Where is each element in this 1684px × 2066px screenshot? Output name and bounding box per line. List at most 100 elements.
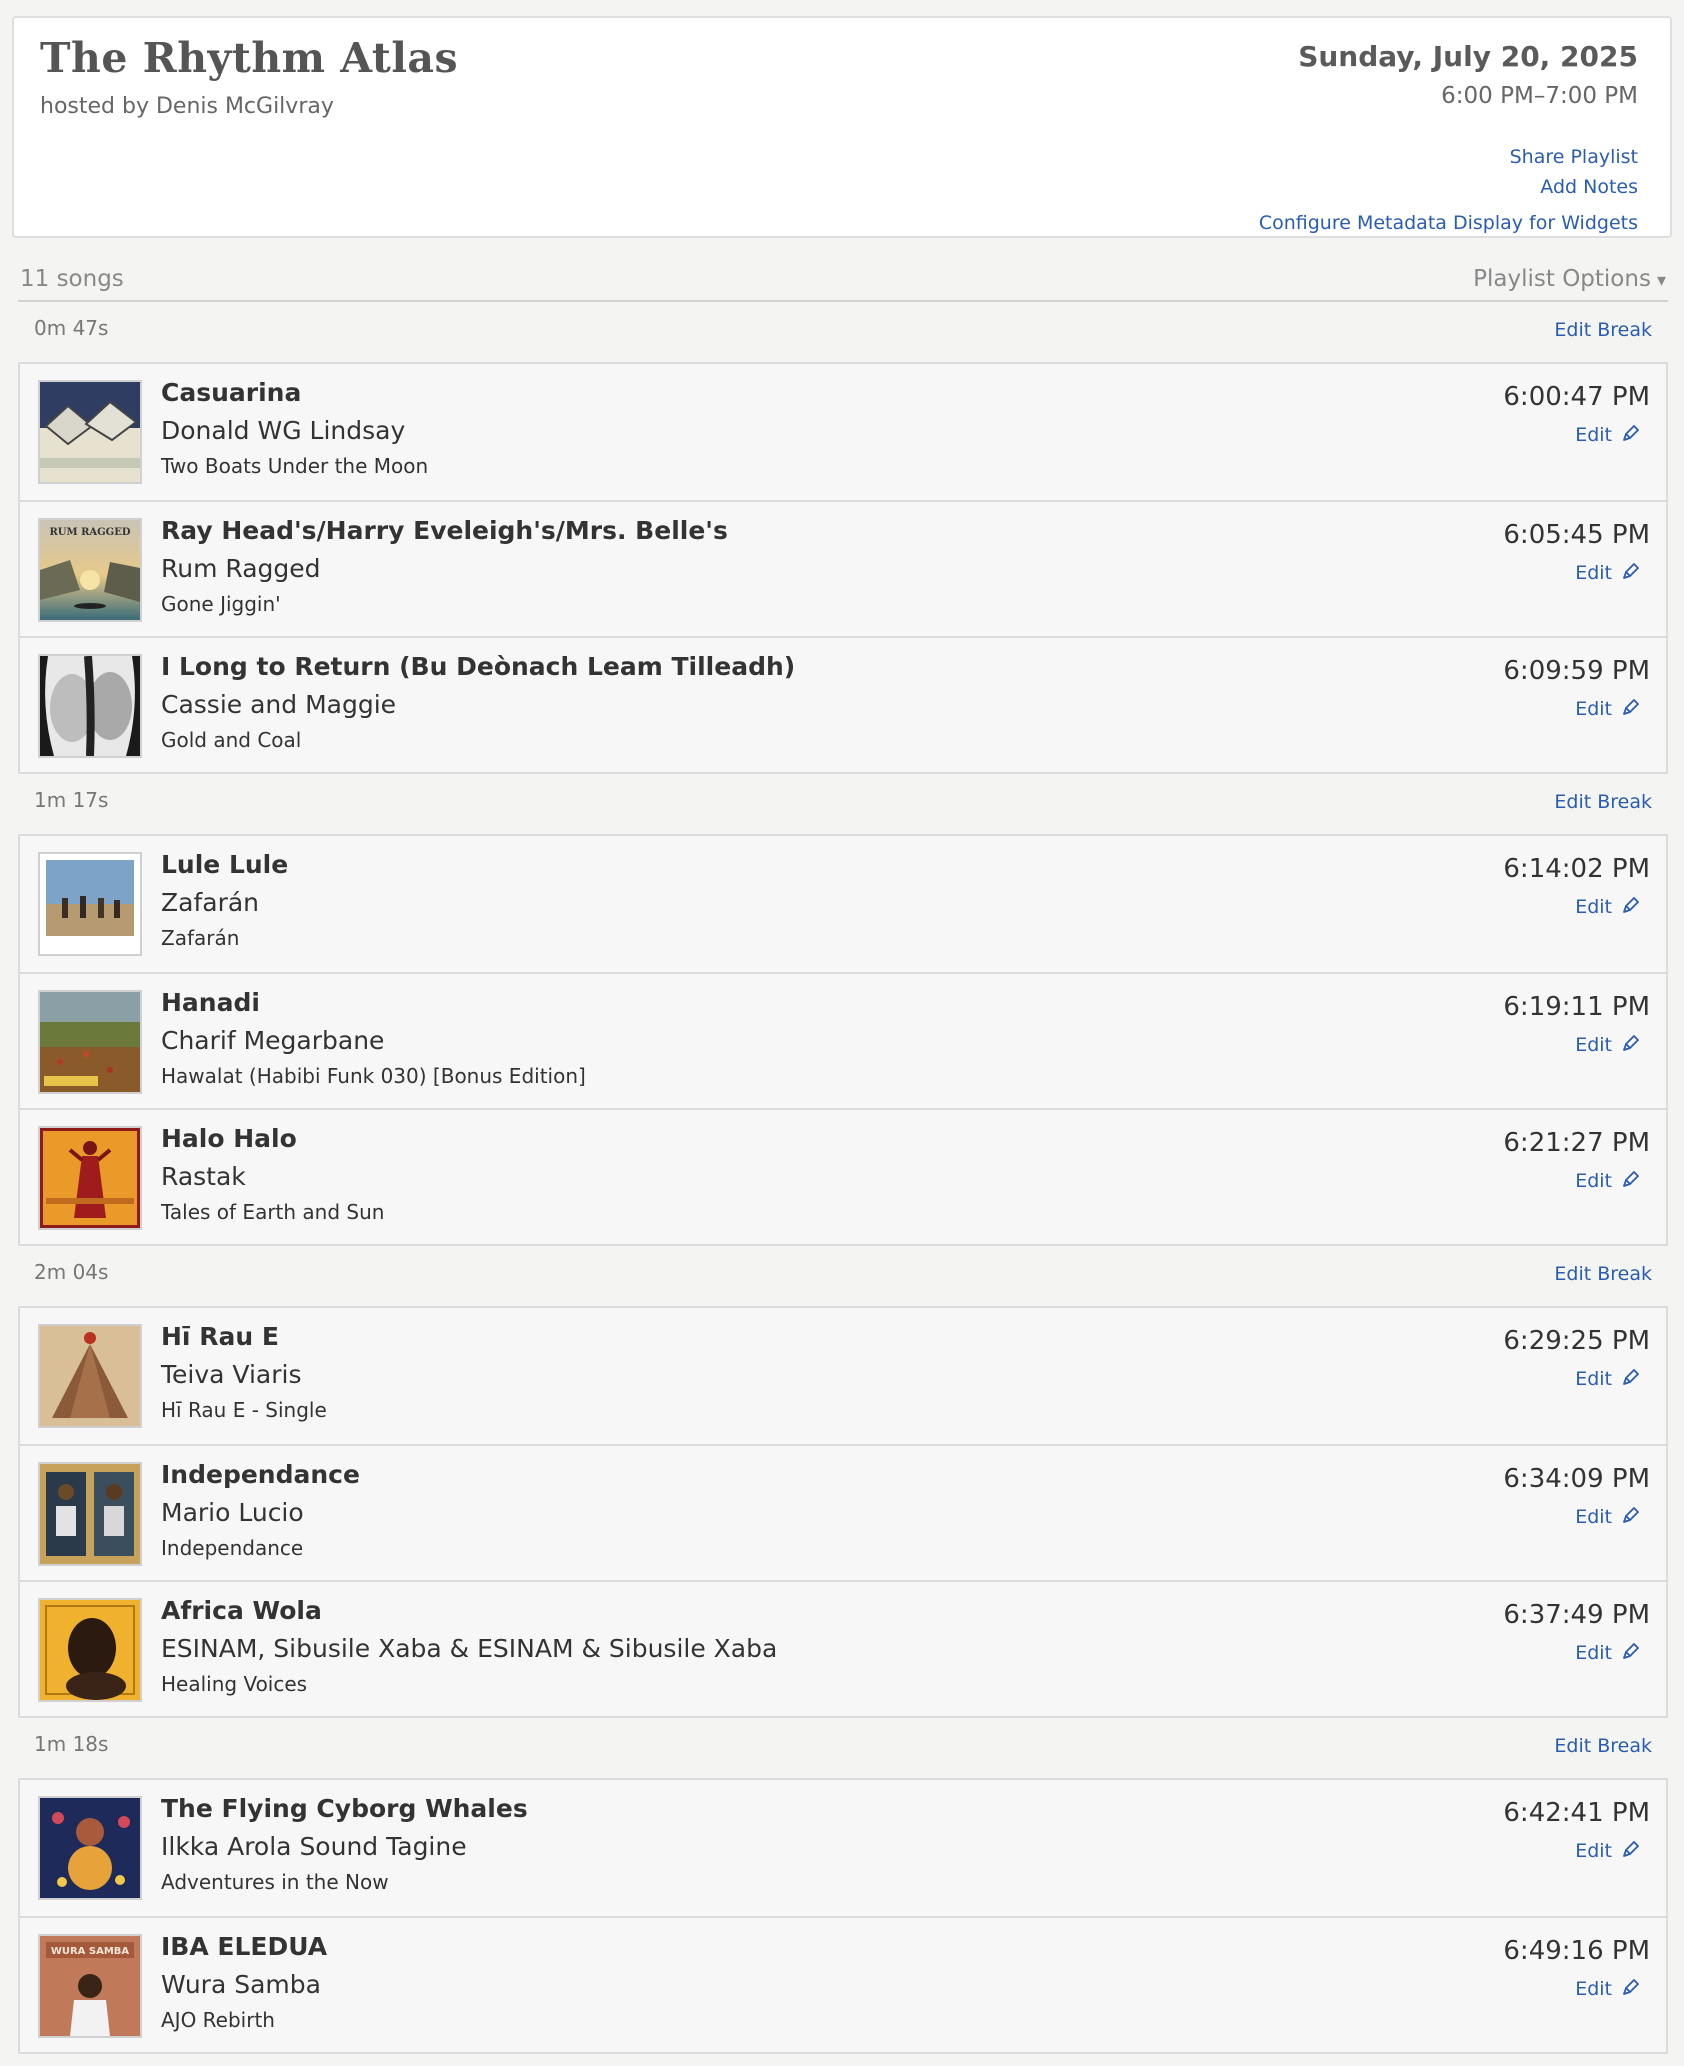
edit-label: Edit — [1575, 1840, 1612, 1862]
song-row: Hī Rau E Teiva Viaris Hī Rau E - Single … — [20, 1308, 1666, 1444]
song-album: AJO Rebirth — [161, 2008, 275, 2032]
pencil-icon — [1620, 424, 1640, 449]
album-art — [38, 654, 142, 758]
pencil-icon — [1620, 1170, 1640, 1195]
album-art-lettering: WURA SAMBA — [51, 1946, 130, 1957]
song-artist: Wura Samba — [161, 1970, 321, 1999]
song-row: Casuarina Donald WG Lindsay Two Boats Un… — [20, 364, 1666, 500]
show-date: Sunday, July 20, 2025 — [1298, 40, 1638, 73]
song-album: Adventures in the Now — [161, 1870, 389, 1894]
album-art: WURA SAMBA — [38, 1934, 142, 2038]
show-schedule: Sunday, July 20, 2025 6:00 PM–7:00 PM — [1298, 40, 1638, 109]
edit-label: Edit — [1575, 896, 1612, 918]
song-count: 11 songs — [20, 266, 124, 292]
song-row: Hanadi Charif Megarbane Hawalat (Habibi … — [20, 972, 1666, 1108]
album-art — [38, 1598, 142, 1702]
song-timestamp: 6:34:09 PM — [1503, 1464, 1650, 1494]
pencil-icon — [1620, 1978, 1640, 2003]
song-timestamp: 6:00:47 PM — [1503, 382, 1650, 412]
add-notes-link[interactable]: Add Notes — [1259, 172, 1638, 202]
edit-song-link[interactable]: Edit — [1575, 1840, 1640, 1865]
song-row: Halo Halo Rastak Tales of Earth and Sun … — [20, 1108, 1666, 1244]
album-art: RUM RAGGED — [38, 518, 142, 622]
edit-break-link[interactable]: Edit Break — [1554, 319, 1652, 341]
edit-label: Edit — [1575, 1978, 1612, 2000]
song-timestamp: 6:49:16 PM — [1503, 1936, 1650, 1966]
song-title: The Flying Cyborg Whales — [161, 1794, 528, 1823]
album-art — [38, 1796, 142, 1900]
song-album: Gold and Coal — [161, 728, 302, 752]
song-album: Gone Jiggin' — [161, 592, 281, 616]
break-row: 1m 17s Edit Break — [18, 774, 1668, 830]
pencil-icon — [1620, 698, 1640, 723]
edit-song-link[interactable]: Edit — [1575, 1506, 1640, 1531]
song-album: Two Boats Under the Moon — [161, 454, 429, 478]
album-art — [38, 990, 142, 1094]
song-title: Ray Head's/Harry Eveleigh's/Mrs. Belle's — [161, 516, 728, 545]
playlist-options-dropdown[interactable]: Playlist Options ▾ — [1473, 266, 1666, 292]
song-group: Hī Rau E Teiva Viaris Hī Rau E - Single … — [18, 1306, 1668, 1718]
edit-break-link[interactable]: Edit Break — [1554, 1263, 1652, 1285]
song-timestamp: 6:14:02 PM — [1503, 854, 1650, 884]
song-album: Tales of Earth and Sun — [161, 1200, 385, 1224]
edit-label: Edit — [1575, 1506, 1612, 1528]
song-row: Africa Wola ESINAM, Sibusile Xaba & ESIN… — [20, 1580, 1666, 1716]
song-artist: Mario Lucio — [161, 1498, 304, 1527]
pencil-icon — [1620, 1034, 1640, 1059]
playlist-page: The Rhythm Atlas hosted by Denis McGilvr… — [0, 0, 1684, 2066]
song-album: Healing Voices — [161, 1672, 308, 1696]
header-links: Share Playlist Add Notes Configure Metad… — [1259, 142, 1638, 238]
show-time: 6:00 PM–7:00 PM — [1441, 83, 1638, 109]
song-album: Hawalat (Habibi Funk 030) [Bonus Edition… — [161, 1064, 586, 1088]
song-artist: Rum Ragged — [161, 554, 321, 583]
pencil-icon — [1620, 896, 1640, 921]
edit-label: Edit — [1575, 1170, 1612, 1192]
edit-break-link[interactable]: Edit Break — [1554, 791, 1652, 813]
edit-song-link[interactable]: Edit — [1575, 896, 1640, 921]
song-title: Casuarina — [161, 378, 302, 407]
pencil-icon — [1620, 562, 1640, 587]
edit-label: Edit — [1575, 1368, 1612, 1390]
edit-break-link[interactable]: Edit Break — [1554, 1735, 1652, 1757]
pencil-icon — [1620, 1840, 1640, 1865]
album-art — [38, 1462, 142, 1566]
show-title: The Rhythm Atlas — [40, 34, 459, 82]
song-timestamp: 6:21:27 PM — [1503, 1128, 1650, 1158]
song-artist: Ilkka Arola Sound Tagine — [161, 1832, 467, 1861]
song-row: WURA SAMBA IBA ELEDUA Wura Samba AJO Reb… — [20, 1916, 1666, 2052]
show-header-card: The Rhythm Atlas hosted by Denis McGilvr… — [12, 16, 1672, 238]
edit-song-link[interactable]: Edit — [1575, 1642, 1640, 1667]
show-host: hosted by Denis McGilvray — [40, 94, 334, 119]
song-artist: Zafarán — [161, 888, 260, 917]
song-row: I Long to Return (Bu Deònach Leam Tillea… — [20, 636, 1666, 772]
song-timestamp: 6:09:59 PM — [1503, 656, 1650, 686]
song-title: I Long to Return (Bu Deònach Leam Tillea… — [161, 652, 796, 681]
edit-song-link[interactable]: Edit — [1575, 698, 1640, 723]
song-group: Casuarina Donald WG Lindsay Two Boats Un… — [18, 362, 1668, 774]
edit-song-link[interactable]: Edit — [1575, 1978, 1640, 2003]
song-artist: Donald WG Lindsay — [161, 416, 406, 445]
playlist-toolbar: 11 songs Playlist Options ▾ — [18, 262, 1668, 302]
edit-song-link[interactable]: Edit — [1575, 424, 1640, 449]
song-artist: ESINAM, Sibusile Xaba & ESINAM & Sibusil… — [161, 1634, 778, 1663]
song-title: Africa Wola — [161, 1596, 322, 1625]
edit-song-link[interactable]: Edit — [1575, 1368, 1640, 1393]
song-artist: Rastak — [161, 1162, 246, 1191]
edit-song-link[interactable]: Edit — [1575, 562, 1640, 587]
song-group: The Flying Cyborg Whales Ilkka Arola Sou… — [18, 1778, 1668, 2054]
configure-metadata-link[interactable]: Configure Metadata Display for Widgets — [1259, 208, 1638, 238]
album-art — [38, 1324, 142, 1428]
song-row: RUM RAGGED Ray Head's/Harry Eveleigh's/M… — [20, 500, 1666, 636]
edit-song-link[interactable]: Edit — [1575, 1034, 1640, 1059]
song-title: IBA ELEDUA — [161, 1932, 328, 1961]
share-playlist-link[interactable]: Share Playlist — [1259, 142, 1638, 172]
song-title: Lule Lule — [161, 850, 289, 879]
pencil-icon — [1620, 1642, 1640, 1667]
song-album: Independance — [161, 1536, 304, 1560]
album-art — [38, 1126, 142, 1230]
edit-song-link[interactable]: Edit — [1575, 1170, 1640, 1195]
song-timestamp: 6:29:25 PM — [1503, 1326, 1650, 1356]
song-timestamp: 6:05:45 PM — [1503, 520, 1650, 550]
edit-label: Edit — [1575, 698, 1612, 720]
caret-down-icon: ▾ — [1656, 270, 1666, 291]
